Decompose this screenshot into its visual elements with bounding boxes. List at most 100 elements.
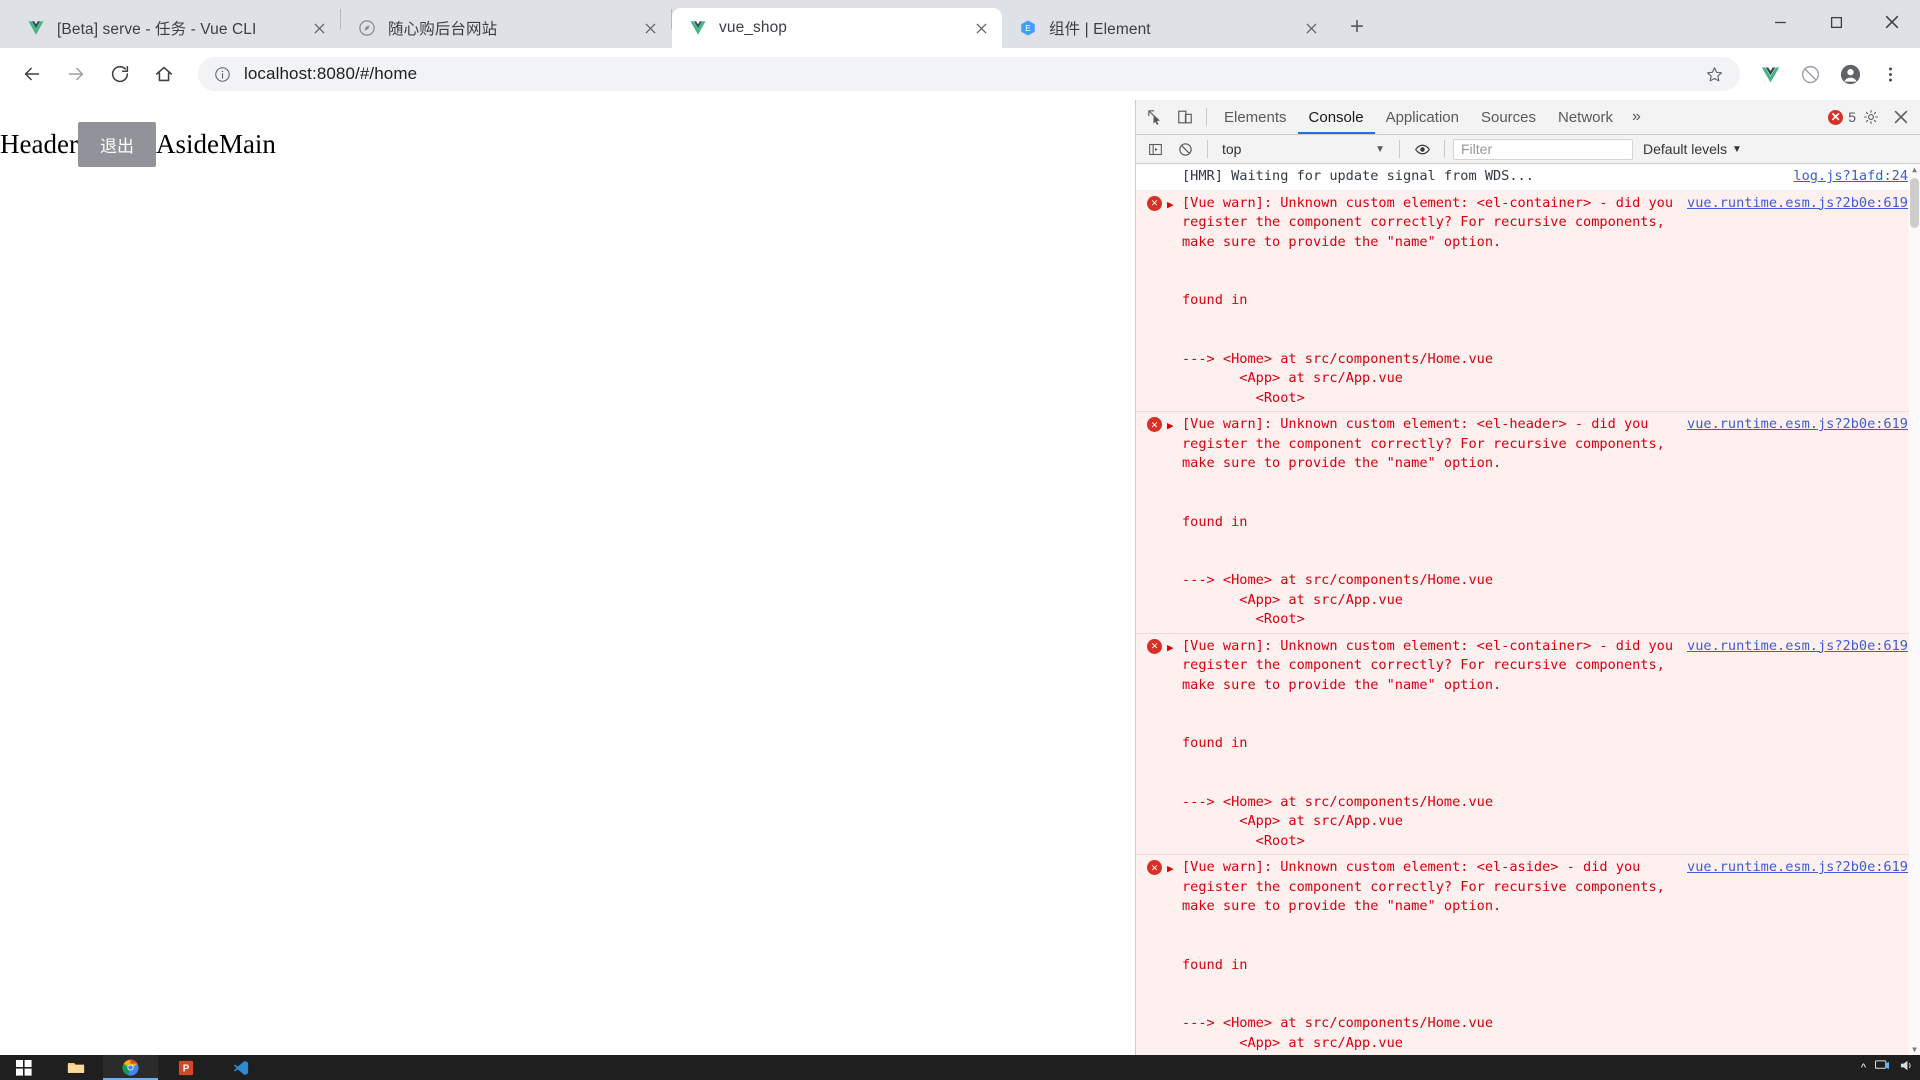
chrome-icon[interactable]: [103, 1055, 158, 1080]
stack-header: found in: [1182, 735, 1248, 752]
devtools-tab-elements[interactable]: Elements: [1213, 100, 1298, 134]
close-icon[interactable]: [1864, 0, 1920, 44]
maximize-icon[interactable]: [1808, 0, 1864, 44]
start-windows-icon[interactable]: [0, 1055, 48, 1080]
console-message-text: [HMR] Waiting for update signal from WDS…: [1182, 168, 1534, 185]
reload-icon[interactable]: [100, 54, 140, 94]
console-message-info[interactable]: [HMR] Waiting for update signal from WDS…: [1136, 164, 1920, 191]
console-message-error[interactable]: ✕ ▶ [Vue warn]: Unknown custom element: …: [1136, 633, 1920, 856]
error-icon: ✕: [1147, 195, 1162, 211]
tab-close-icon[interactable]: [1300, 17, 1322, 39]
scrollbar-thumb[interactable]: [1910, 178, 1919, 229]
new-tab-button[interactable]: +: [1340, 10, 1374, 44]
adblock-icon[interactable]: [1792, 56, 1828, 92]
browser-tab-title: [Beta] serve - 任务 - Vue CLI: [57, 21, 257, 38]
error-count-value: 5: [1848, 109, 1856, 125]
expand-arrow-icon[interactable]: ▶: [1167, 416, 1174, 436]
powerpoint-icon[interactable]: P: [158, 1055, 213, 1080]
more-tabs-icon[interactable]: »: [1624, 108, 1649, 126]
console-message-body: [Vue warn]: Unknown custom element: <el-…: [1172, 415, 1677, 630]
console-message-body: [Vue warn]: Unknown custom element: <el-…: [1172, 194, 1677, 409]
home-icon[interactable]: [144, 54, 184, 94]
network-icon[interactable]: [1875, 1059, 1890, 1077]
console-levels-selector[interactable]: Default levels ▼: [1635, 141, 1750, 157]
console-context-selector[interactable]: top ▼: [1216, 138, 1391, 160]
console-message-source-link[interactable]: vue.runtime.esm.js?2b0e:619: [1687, 858, 1908, 878]
devtools-tab-application[interactable]: Application: [1375, 100, 1470, 134]
chevron-up-icon[interactable]: ^: [1861, 1062, 1866, 1074]
tab-strip: [Beta] serve - 任务 - Vue CLI 随心购后台网站 vue_…: [0, 0, 1920, 48]
gear-icon[interactable]: [1856, 103, 1886, 131]
window-controls: [1752, 0, 1920, 44]
vue-logo-icon: [688, 18, 708, 38]
console-sidebar-icon[interactable]: [1141, 136, 1169, 162]
page-content-line: Header 退出 AsideMain: [0, 122, 276, 167]
console-message-source-link[interactable]: vue.runtime.esm.js?2b0e:619: [1687, 194, 1908, 214]
forward-arrow-icon[interactable]: [56, 54, 96, 94]
minimize-icon[interactable]: [1752, 0, 1808, 44]
toolbar-divider: [1206, 108, 1207, 126]
windows-taskbar: P ^: [0, 1055, 1920, 1080]
inspect-element-icon[interactable]: [1140, 103, 1170, 131]
filterbar-divider: [1444, 140, 1445, 159]
back-arrow-icon[interactable]: [12, 54, 52, 94]
error-count-badge[interactable]: ✕ 5: [1828, 109, 1856, 125]
vue-devtools-icon[interactable]: [1752, 56, 1788, 92]
console-message-source-link[interactable]: vue.runtime.esm.js?2b0e:619: [1687, 415, 1908, 435]
bookmark-star-icon[interactable]: [1702, 62, 1726, 86]
chrome-menu-icon[interactable]: [1872, 56, 1908, 92]
tab-close-icon[interactable]: [970, 17, 992, 39]
tab-close-icon[interactable]: [639, 17, 661, 39]
file-explorer-icon[interactable]: [48, 1055, 103, 1080]
tab-close-icon[interactable]: [308, 17, 330, 39]
console-message-error[interactable]: ✕ ▶ [Vue warn]: Unknown custom element: …: [1136, 190, 1920, 413]
stack-header: found in: [1182, 513, 1248, 530]
console-message-body: [Vue warn]: Unknown custom element: <el-…: [1172, 858, 1677, 1055]
expand-arrow-icon[interactable]: ▶: [1167, 195, 1174, 215]
logout-button[interactable]: 退出: [77, 122, 156, 167]
chevron-down-icon: ▼: [1375, 143, 1385, 155]
error-icon: ✕: [1147, 638, 1162, 654]
component-stack: ---> <Home> at src/components/Home.vue <…: [1182, 793, 1493, 849]
console-message-source-link[interactable]: vue.runtime.esm.js?2b0e:619: [1687, 637, 1908, 657]
component-stack: ---> <Home> at src/components/Home.vue <…: [1182, 1015, 1493, 1055]
devtools-tab-bar: Elements Console Application Sources Net…: [1136, 100, 1920, 135]
console-message-error[interactable]: ✕ ▶ [Vue warn]: Unknown custom element: …: [1136, 412, 1920, 634]
screen: [Beta] serve - 任务 - Vue CLI 随心购后台网站 vue_…: [0, 0, 1920, 1080]
stack-header: found in: [1182, 292, 1248, 309]
scroll-up-icon[interactable]: ▲: [1909, 164, 1920, 175]
error-icon: ✕: [1828, 109, 1844, 125]
console-context-value: top: [1222, 141, 1242, 158]
console-scrollbar[interactable]: ▲ ▼: [1909, 164, 1920, 1055]
browser-tab-title: vue_shop: [719, 19, 788, 36]
info-circle-icon[interactable]: [212, 64, 232, 84]
clear-console-icon[interactable]: [1171, 136, 1199, 162]
console-message-error[interactable]: ✕ ▶ [Vue warn]: Unknown custom element: …: [1136, 855, 1920, 1055]
page-aside-main-text: AsideMain: [155, 129, 276, 159]
expand-arrow-icon[interactable]: ▶: [1167, 638, 1174, 658]
live-expression-icon[interactable]: [1408, 136, 1436, 162]
devtools-tab-sources[interactable]: Sources: [1470, 100, 1547, 134]
browser-tab-4[interactable]: E 组件 | Element: [1002, 8, 1332, 48]
console-filter-bar: top ▼ Filter Default levels ▼: [1136, 135, 1920, 165]
devtools-tab-console[interactable]: Console: [1298, 100, 1375, 134]
console-message-text: [Vue warn]: Unknown custom element: <el-…: [1182, 637, 1682, 693]
console-message-list[interactable]: [HMR] Waiting for update signal from WDS…: [1136, 164, 1920, 1055]
console-filter-input[interactable]: Filter: [1453, 138, 1633, 160]
vscode-icon[interactable]: [213, 1055, 268, 1080]
browser-tab-2[interactable]: 随心购后台网站: [341, 8, 671, 48]
browser-tab-1[interactable]: [Beta] serve - 任务 - Vue CLI: [10, 8, 340, 48]
expand-arrow-icon[interactable]: ▶: [1167, 859, 1174, 879]
console-message-source-link[interactable]: log.js?1afd:24: [1793, 167, 1908, 187]
profile-icon[interactable]: [1832, 56, 1868, 92]
scroll-down-icon[interactable]: ▼: [1909, 1044, 1920, 1055]
browser-tab-3-active[interactable]: vue_shop: [672, 8, 1002, 48]
volume-icon[interactable]: [1899, 1059, 1914, 1077]
component-stack: ---> <Home> at src/components/Home.vue <…: [1182, 350, 1493, 406]
device-toolbar-icon[interactable]: [1170, 103, 1200, 131]
close-icon[interactable]: [1886, 103, 1916, 131]
devtools-tab-network[interactable]: Network: [1547, 100, 1624, 134]
address-bar[interactable]: localhost:8080/#/home: [198, 57, 1740, 91]
devtools-tabbar-right: ✕ 5: [1822, 103, 1916, 131]
devtools-panel: Elements Console Application Sources Net…: [1135, 100, 1920, 1055]
